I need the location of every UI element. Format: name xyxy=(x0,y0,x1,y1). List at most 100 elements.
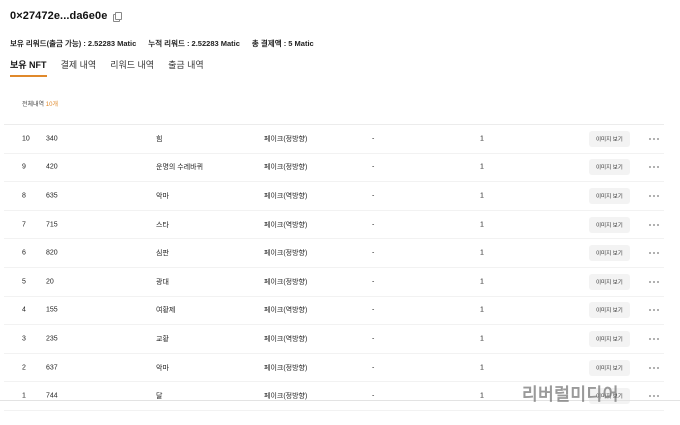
card-type: 페이크(역방향) xyxy=(264,335,308,343)
token-id: 340 xyxy=(46,135,58,143)
total-count-label: 전체내역 xyxy=(22,102,45,108)
card-name: 여황제 xyxy=(156,307,176,315)
row-index: 2 xyxy=(22,364,26,372)
more-icon[interactable] xyxy=(649,252,659,255)
more-icon[interactable] xyxy=(649,194,659,197)
card-name: 광대 xyxy=(156,278,169,286)
total-payment: 총 결제액 : 5 Matic xyxy=(251,39,314,48)
card-name: 힘 xyxy=(156,135,163,143)
empty-value: - xyxy=(372,335,375,343)
copy-icon[interactable] xyxy=(113,12,123,22)
quantity: 1 xyxy=(480,249,484,257)
more-icon[interactable] xyxy=(649,137,659,140)
quantity: 1 xyxy=(480,306,484,314)
row-index: 5 xyxy=(22,278,26,286)
token-id: 744 xyxy=(46,392,58,400)
token-id: 235 xyxy=(46,335,58,343)
quantity: 1 xyxy=(480,192,484,200)
card-name: 운명의 수레바퀴 xyxy=(156,164,204,172)
view-image-button[interactable]: 이미지 보기 xyxy=(589,273,630,290)
table-row: 6 820 심판 페이크(정방향) - 1 이미지 보기 xyxy=(4,239,664,268)
more-icon[interactable] xyxy=(649,223,659,226)
row-index: 9 xyxy=(22,163,26,171)
empty-value: - xyxy=(372,163,375,171)
token-id: 20 xyxy=(46,278,54,286)
quantity: 1 xyxy=(480,364,484,372)
more-icon[interactable] xyxy=(649,366,659,369)
table-row: 2 637 악마 페이크(정방향) - 1 이미지 보기 xyxy=(4,354,664,383)
table-row: 9 420 운명의 수레바퀴 페이크(정방향) - 1 이미지 보기 xyxy=(4,154,664,183)
table-row: 10 340 힘 페이크(정방향) - 1 이미지 보기 xyxy=(4,125,664,154)
quantity: 1 xyxy=(480,135,484,143)
card-type: 페이크(역방향) xyxy=(264,307,308,315)
empty-value: - xyxy=(372,135,375,143)
token-id: 155 xyxy=(46,306,58,314)
more-icon[interactable] xyxy=(649,309,659,312)
wallet-header: 0×27472e...da6e0e xyxy=(10,10,123,22)
empty-value: - xyxy=(372,192,375,200)
empty-value: - xyxy=(372,306,375,314)
table-row: 4 155 여황제 페이크(역방향) - 1 이미지 보기 xyxy=(4,297,664,326)
token-id: 820 xyxy=(46,249,58,257)
quantity: 1 xyxy=(480,221,484,229)
nft-table: 10 340 힘 페이크(정방향) -1 이미지 보기 9 420 운명의 수레바퀴 페이크(정방… xyxy=(4,124,664,411)
card-name: 교황 xyxy=(156,335,169,343)
view-image-button[interactable]: 이미지 보기 xyxy=(589,216,630,233)
more-icon[interactable] xyxy=(649,337,659,340)
more-icon[interactable] xyxy=(649,166,659,169)
card-name: 스타 xyxy=(156,221,169,229)
token-id: 715 xyxy=(46,221,58,229)
empty-value: - xyxy=(372,278,375,286)
card-type: 페이크(정방향) xyxy=(264,250,308,258)
quantity: 1 xyxy=(480,163,484,171)
watermark: 리버럴미디어 xyxy=(522,385,619,404)
token-id: 635 xyxy=(46,192,58,200)
total-count-value: 10개 xyxy=(45,102,58,108)
table-row: 3 235 교황 페이크(역방향) - 1 이미지 보기 xyxy=(4,325,664,354)
total-count: 전체내역 10개 xyxy=(22,99,58,108)
card-name: 악마 xyxy=(156,364,169,372)
tab-reward-history[interactable]: 리워드 내역 xyxy=(110,58,154,77)
wallet-address: 0×27472e...da6e0e xyxy=(10,10,108,22)
table-row: 7 715 스타 페이크(역방향) - 1 이미지 보기 xyxy=(4,211,664,240)
table-row: 5 20 광대 페이크(정방향) - 1 이미지 보기 xyxy=(4,268,664,297)
view-image-button[interactable]: 이미지 보기 xyxy=(589,245,630,262)
view-image-button[interactable]: 이미지 보기 xyxy=(589,302,630,319)
empty-value: - xyxy=(372,221,375,229)
card-type: 페이크(역방향) xyxy=(264,192,308,200)
empty-value: - xyxy=(372,392,375,400)
empty-value: - xyxy=(372,249,375,257)
row-index: 4 xyxy=(22,306,26,314)
row-index: 6 xyxy=(22,249,26,257)
view-image-button[interactable]: 이미지 보기 xyxy=(589,159,630,176)
view-image-button[interactable]: 이미지 보기 xyxy=(589,187,630,204)
view-image-button[interactable]: 이미지 보기 xyxy=(589,130,630,147)
card-name: 심판 xyxy=(156,250,169,258)
held-reward: 보유 리워드(출금 가능) : 2.52283 Matic xyxy=(10,39,137,48)
card-type: 페이크(정방향) xyxy=(264,278,308,286)
empty-value: - xyxy=(372,364,375,372)
view-image-button[interactable]: 이미지 보기 xyxy=(589,330,630,347)
row-index: 10 xyxy=(22,135,30,143)
card-type: 페이크(정방향) xyxy=(264,364,308,372)
more-icon[interactable] xyxy=(649,395,659,398)
token-id: 420 xyxy=(46,163,58,171)
table-row: 8 635 악마 페이크(역방향) - 1 이미지 보기 xyxy=(4,182,664,211)
tab-payment-history[interactable]: 결제 내역 xyxy=(61,58,97,77)
row-index: 8 xyxy=(22,192,26,200)
row-index: 3 xyxy=(22,335,26,343)
quantity: 1 xyxy=(480,392,484,400)
card-type: 페이크(정방향) xyxy=(264,135,308,143)
tab-owned-nft[interactable]: 보유 NFT xyxy=(10,58,47,77)
total-reward: 누적 리워드 : 2.52283 Matic xyxy=(148,39,240,48)
quantity: 1 xyxy=(480,335,484,343)
token-id: 637 xyxy=(46,364,58,372)
view-image-button[interactable]: 이미지 보기 xyxy=(589,359,630,376)
tab-withdraw-history[interactable]: 출금 내역 xyxy=(168,58,204,77)
more-icon[interactable] xyxy=(649,280,659,283)
card-type: 페이크(역방향) xyxy=(264,221,308,229)
tab-bar: 보유 NFT 결제 내역 리워드 내역 출금 내역 xyxy=(10,58,204,77)
quantity: 1 xyxy=(480,278,484,286)
row-index: 1 xyxy=(22,392,26,400)
row-index: 7 xyxy=(22,221,26,229)
